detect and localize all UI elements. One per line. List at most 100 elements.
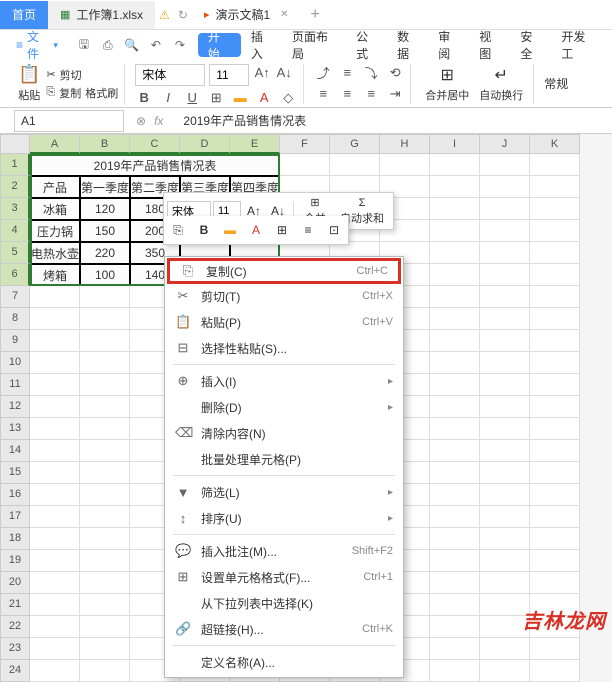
menu-sort[interactable]: ↕ 排序(U) ▸ — [165, 505, 403, 531]
cell[interactable] — [480, 308, 530, 330]
data-cell[interactable]: 压力锅 — [30, 220, 80, 242]
paste-button[interactable]: 📋 粘贴 — [14, 62, 44, 105]
row-header[interactable]: 8 — [0, 308, 30, 330]
cell[interactable] — [30, 572, 80, 594]
row-header[interactable]: 23 — [0, 638, 30, 660]
cell[interactable] — [430, 286, 480, 308]
data-cell[interactable]: 烤箱 — [30, 264, 80, 286]
cell[interactable] — [80, 374, 130, 396]
highlight-icon[interactable]: ◇ — [279, 89, 297, 107]
align-center-icon[interactable]: ≡ — [338, 85, 356, 103]
cell[interactable] — [530, 440, 580, 462]
menu-format-cells[interactable]: ⊞ 设置单元格格式(F)... Ctrl+1 — [165, 564, 403, 590]
row-header[interactable]: 18 — [0, 528, 30, 550]
cell[interactable] — [530, 352, 580, 374]
cell[interactable] — [480, 440, 530, 462]
col-header[interactable]: J — [480, 134, 530, 154]
cell[interactable] — [530, 264, 580, 286]
cell[interactable] — [530, 572, 580, 594]
cell[interactable] — [430, 594, 480, 616]
row-header[interactable]: 12 — [0, 396, 30, 418]
cell[interactable] — [430, 418, 480, 440]
row-header[interactable]: 13 — [0, 418, 30, 440]
row-header[interactable]: 9 — [0, 330, 30, 352]
fill-color-icon[interactable]: ▬ — [231, 89, 249, 107]
cell[interactable] — [30, 660, 80, 682]
cell[interactable] — [30, 308, 80, 330]
cell[interactable] — [530, 506, 580, 528]
cell[interactable] — [480, 154, 530, 176]
cell[interactable] — [430, 440, 480, 462]
cell[interactable] — [530, 308, 580, 330]
orient-icon[interactable]: ⟲ — [386, 64, 404, 82]
increase-font-icon[interactable]: A↑ — [253, 64, 271, 82]
data-cell[interactable]: 产品 — [30, 176, 80, 198]
col-header[interactable]: F — [280, 134, 330, 154]
name-box[interactable]: A1 — [14, 110, 124, 132]
col-header[interactable]: H — [380, 134, 430, 154]
cell[interactable] — [430, 242, 480, 264]
cell[interactable] — [430, 330, 480, 352]
cell[interactable] — [30, 638, 80, 660]
col-header[interactable]: E — [230, 134, 280, 154]
menu-copy[interactable]: ⎘ 复制(C) Ctrl+C — [167, 258, 401, 284]
cell[interactable] — [430, 154, 480, 176]
cell[interactable] — [530, 242, 580, 264]
formula-input[interactable]: 2019年产品销售情况表 — [175, 112, 612, 129]
fx-label[interactable]: fx — [154, 114, 163, 128]
row-header[interactable]: 1 — [0, 154, 30, 176]
row-header[interactable]: 11 — [0, 374, 30, 396]
close-icon[interactable]: ✕ — [280, 9, 288, 20]
mini-fontcolor-icon[interactable]: A — [245, 219, 267, 241]
cell[interactable] — [430, 550, 480, 572]
cell[interactable] — [530, 220, 580, 242]
cell[interactable] — [430, 352, 480, 374]
col-header[interactable]: K — [530, 134, 580, 154]
row-header[interactable]: 10 — [0, 352, 30, 374]
data-cell[interactable]: 2019年产品销售情况表 — [30, 154, 280, 176]
cell[interactable] — [480, 638, 530, 660]
tab-home[interactable]: 首页 — [0, 1, 48, 29]
cell[interactable] — [80, 572, 130, 594]
cell[interactable] — [30, 286, 80, 308]
row-header[interactable]: 22 — [0, 616, 30, 638]
select-all-corner[interactable] — [0, 134, 30, 154]
row-header[interactable]: 20 — [0, 572, 30, 594]
cell[interactable] — [480, 374, 530, 396]
menu-delete[interactable]: 删除(D) ▸ — [165, 394, 403, 420]
tab-presentation[interactable]: ▸ 演示文稿1 ✕ — [192, 1, 301, 29]
cell[interactable] — [480, 220, 530, 242]
cell[interactable] — [80, 660, 130, 682]
menu-define-name[interactable]: 定义名称(A)... — [165, 649, 403, 675]
cell[interactable] — [530, 528, 580, 550]
mini-format-icon[interactable]: ⊡ — [323, 219, 345, 241]
align-bot-icon[interactable]: ⤵ — [362, 64, 380, 82]
col-header[interactable]: A — [30, 134, 80, 154]
cell[interactable] — [30, 594, 80, 616]
col-header[interactable]: G — [330, 134, 380, 154]
cell[interactable] — [530, 660, 580, 682]
data-cell[interactable]: 100 — [80, 264, 130, 286]
cell[interactable] — [30, 550, 80, 572]
cell[interactable] — [430, 396, 480, 418]
mini-copy-icon[interactable]: ⎘ — [167, 219, 189, 241]
menu-cut[interactable]: ✂ 剪切(T) Ctrl+X — [165, 283, 403, 309]
cell[interactable] — [80, 308, 130, 330]
cell[interactable] — [530, 638, 580, 660]
font-size-select[interactable] — [209, 64, 249, 86]
col-header[interactable]: B — [80, 134, 130, 154]
menu-insert[interactable]: 插入 — [243, 33, 282, 57]
cell[interactable] — [480, 176, 530, 198]
mini-border-icon[interactable]: ⊞ — [271, 219, 293, 241]
menu-data[interactable]: 数据 — [389, 33, 428, 57]
cell[interactable] — [30, 462, 80, 484]
col-header[interactable]: I — [430, 134, 480, 154]
align-left-icon[interactable]: ≡ — [314, 85, 332, 103]
data-cell[interactable]: 150 — [80, 220, 130, 242]
cell[interactable] — [80, 440, 130, 462]
cell[interactable] — [30, 374, 80, 396]
undo-icon[interactable]: ↶ — [148, 37, 164, 53]
cell[interactable] — [80, 396, 130, 418]
cell[interactable] — [80, 506, 130, 528]
cell[interactable] — [30, 330, 80, 352]
